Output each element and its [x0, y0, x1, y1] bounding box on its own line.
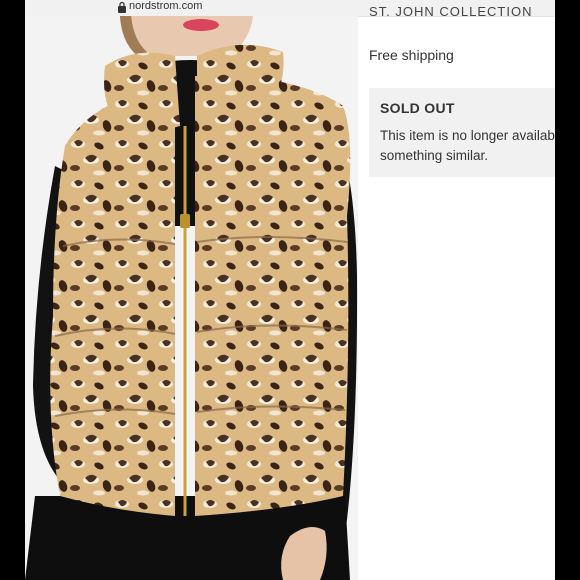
sold-out-message-line-1: This item is no longer availab — [380, 128, 555, 143]
product-details: ST. JOHN COLLECTION Free shipping SOLD O… — [369, 0, 555, 580]
product-image[interactable] — [25, 16, 358, 580]
shipping-info: Free shipping — [369, 47, 454, 63]
sold-out-panel: SOLD OUT This item is no longer availab … — [369, 88, 555, 177]
lock-icon — [118, 1, 126, 13]
phone-screen: nordstrom.com ST. JOHN COLLECTION Free s… — [25, 0, 555, 580]
url-text: nordstrom.com — [129, 0, 203, 12]
sold-out-message-line-2[interactable]: something similar. — [380, 146, 555, 166]
sold-out-title: SOLD OUT — [380, 100, 455, 116]
sold-out-message: This item is no longer availab something… — [380, 126, 555, 166]
brand-name[interactable]: ST. JOHN COLLECTION — [369, 5, 532, 17]
